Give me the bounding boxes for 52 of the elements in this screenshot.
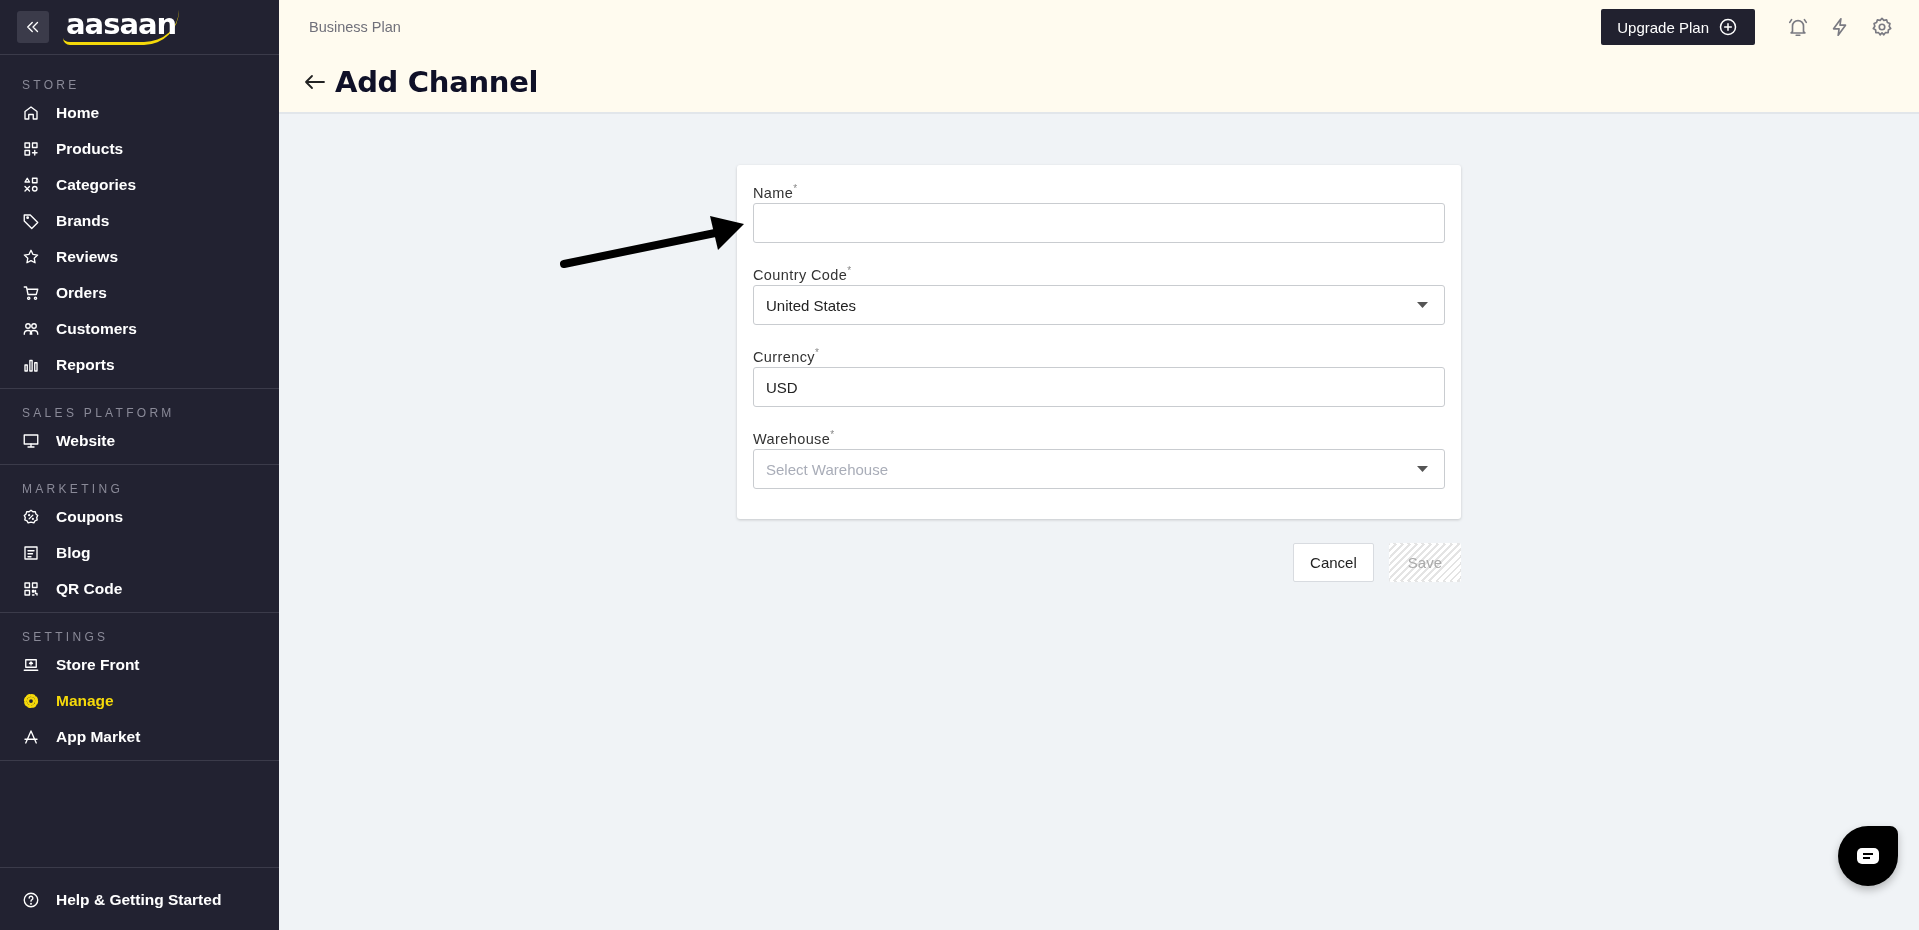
sidebar-item[interactable]: Store Front [0,647,279,683]
users-icon [22,320,40,338]
sidebar-item[interactable]: Coupons [0,499,279,535]
field-label: Warehouse$^{*}$ [753,428,835,445]
home-icon [22,104,40,122]
page-title: Add Channel [335,65,539,99]
sidebar-item[interactable]: Customers [0,311,279,347]
section-heading: SETTINGS [21,629,109,646]
shapes-icon [22,176,40,194]
sidebar-item[interactable]: Products [0,131,279,167]
bell-icon[interactable] [1787,16,1809,38]
caret-icon [1417,466,1428,472]
sidebar-item[interactable]: Reviews [0,239,279,275]
text-field[interactable] [753,203,1445,243]
sidebar-item[interactable]: Help & Getting Started [0,882,279,918]
field-label: Country Code$^{*}$ [753,264,852,281]
field-label: Currency$^{*}$ [753,346,820,363]
laptop-icon [22,656,40,674]
section-heading: SALES PLATFORM [21,405,175,422]
section-heading: STORE [21,77,80,94]
sidebar-item[interactable]: Website [0,423,279,459]
settings-icon[interactable] [1871,16,1893,38]
sidebar-item[interactable]: Reports [0,347,279,383]
cart-icon [22,284,40,302]
field-label: Name$^{*}$ [753,182,798,199]
caret-icon [1417,302,1428,308]
brand-logo: aasaan [63,9,180,45]
help-icon [22,891,40,909]
collapse-sidebar-button[interactable] [17,11,49,43]
document-icon [22,544,40,562]
sidebar-item[interactable]: Categories [0,167,279,203]
text-field[interactable]: USD [753,367,1445,407]
sidebar-item[interactable]: Manage [0,683,279,719]
star-icon [22,248,40,266]
dropdown-field[interactable]: United States [753,285,1445,325]
plus-circle-icon [1718,17,1738,37]
sidebar-item[interactable]: Brands [0,203,279,239]
upgrade-plan-button[interactable]: Upgrade Plan [1601,9,1755,45]
sidebar-item[interactable]: Orders [0,275,279,311]
sidebar-item[interactable]: Blog [0,535,279,571]
form-button[interactable]: Cancel [1293,543,1374,582]
plan-label: Business Plan [308,19,401,35]
chat-bubble-icon [1857,848,1879,864]
tag-icon [22,212,40,230]
badge-percent-icon [22,508,40,526]
monitor-icon [22,432,40,450]
qr-code-icon [22,580,40,598]
sidebar-item[interactable]: QR Code [0,571,279,607]
sidebar-item[interactable]: App Market [0,719,279,755]
section-heading: MARKETING [21,481,124,498]
grid-plus-icon [22,140,40,158]
sidebar-item[interactable]: Home [0,95,279,131]
